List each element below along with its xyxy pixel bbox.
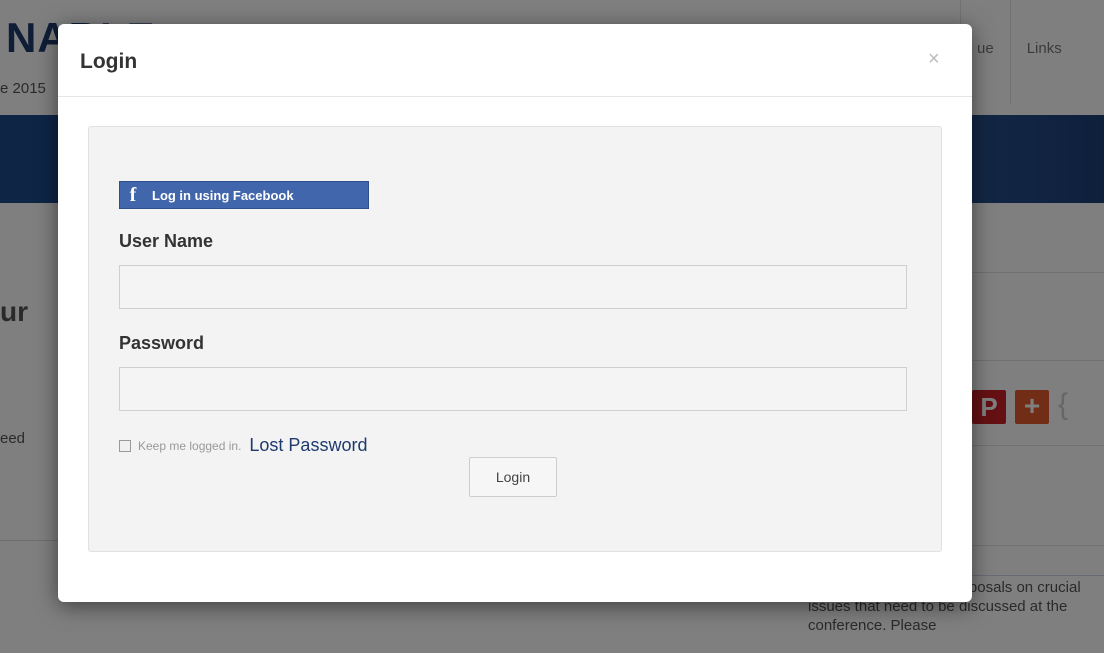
modal-title: Login <box>80 50 138 73</box>
username-label: User Name <box>119 231 214 251</box>
remember-me-label: Keep me logged in. <box>138 438 242 453</box>
login-modal: Login × f Log in using Facebook User Nam… <box>58 24 972 602</box>
facebook-icon: f <box>129 183 137 206</box>
password-label: Password <box>119 333 205 353</box>
remember-me-checkbox[interactable] <box>119 439 131 452</box>
modal-header: Login × <box>58 24 972 97</box>
username-field[interactable] <box>119 265 907 309</box>
login-form: f Log in using Facebook User Name Passwo… <box>88 126 942 552</box>
close-icon[interactable]: × <box>928 48 940 71</box>
remember-me-row: Keep me logged in. Lost Password <box>119 435 367 456</box>
login-button[interactable]: Login <box>469 457 557 497</box>
facebook-login-button[interactable]: f Log in using Facebook <box>119 181 369 209</box>
lost-password-link[interactable]: Lost Password <box>249 435 367 456</box>
password-field[interactable] <box>119 367 907 411</box>
facebook-login-label: Log in using Facebook <box>152 187 294 203</box>
